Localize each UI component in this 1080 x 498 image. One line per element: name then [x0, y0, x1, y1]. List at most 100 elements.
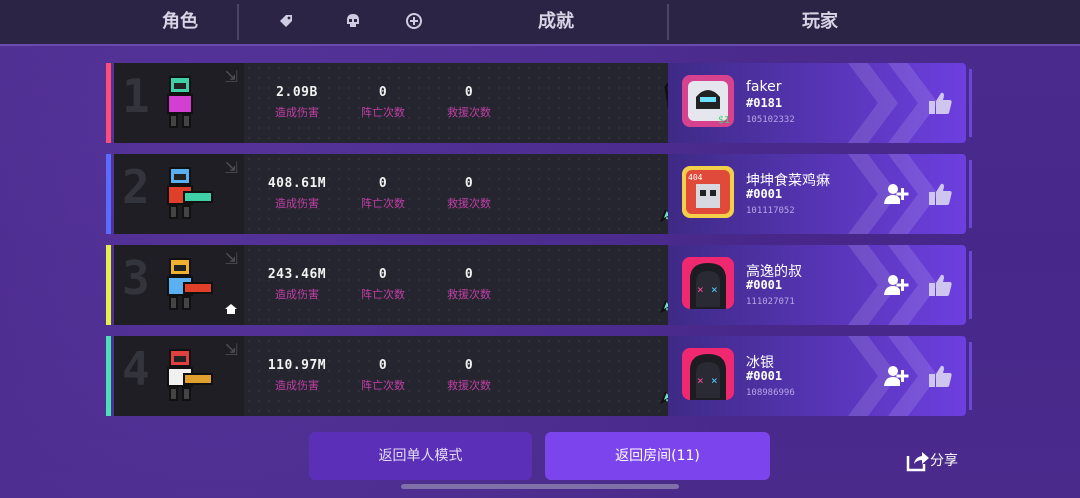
player-name: faker	[746, 79, 782, 95]
deaths-stat: 0 阵亡次数	[338, 176, 428, 211]
player-panel: × × 高逸的叔 #0001 111027071	[668, 245, 972, 325]
player-tag: #0001	[746, 187, 783, 201]
thumbs-up-icon[interactable]	[926, 89, 954, 117]
rescues-label: 救援次数	[447, 106, 491, 119]
svg-text:$1: $1	[718, 115, 730, 126]
tab-player[interactable]: 玩家	[802, 0, 838, 44]
svg-text:×: ×	[697, 374, 704, 387]
rescues-value: 0	[464, 85, 474, 100]
rescues-stat: 0 救援次数	[424, 85, 514, 120]
rank-accent-bar	[106, 245, 111, 325]
add-friend-icon[interactable]	[882, 271, 910, 299]
add-friend-icon[interactable]	[882, 362, 910, 390]
player-panel: × × 冰银 #0001 108986996	[668, 336, 972, 416]
player-result-row: 1 ⇲ 2.09B 造成伤害 0 阵亡次数 0 救援次数 $1 faker #0181 1051023…	[106, 63, 974, 143]
skull-icon[interactable]	[343, 12, 363, 32]
player-result-row: 2 ⇲ 408.61M 造成伤害 0 阵亡次数 0 救援次数 404 坤坤食菜鸡痳 #0001 101…	[106, 154, 974, 234]
return-room-button[interactable]: 返回房间(11)	[545, 432, 770, 480]
player-tag: #0001	[746, 278, 783, 292]
share-label: 分享	[930, 453, 958, 469]
player-result-row: 3 ⇲ 243.46M 造成伤害 0 阵亡次数 0 救援次数 × × 高逸的叔 #0001 111027…	[106, 245, 974, 325]
damage-stat: 110.97M 造成伤害	[252, 358, 342, 393]
rescues-stat: 0 救援次数	[424, 358, 514, 393]
player-id: 111027071	[746, 297, 795, 307]
character-panel[interactable]: 1 ⇲	[114, 63, 244, 143]
return-single-mode-button[interactable]: 返回单人模式	[309, 432, 532, 480]
deaths-stat: 0 阵亡次数	[338, 267, 428, 302]
rescues-value: 0	[464, 176, 474, 191]
rank-accent-bar	[106, 154, 111, 234]
player-avatar[interactable]: $1	[682, 75, 734, 127]
divider	[237, 4, 239, 40]
deaths-label: 阵亡次数	[361, 379, 405, 392]
stats-panel: 110.97M 造成伤害 0 阵亡次数 0 救援次数	[244, 336, 724, 416]
share-icon	[906, 450, 930, 472]
rescues-stat: 0 救援次数	[424, 267, 514, 302]
rank-number: 2	[122, 160, 150, 214]
character-sprite	[150, 253, 214, 317]
expand-arrow-icon[interactable]: ⇲	[225, 249, 238, 268]
deaths-value: 0	[378, 358, 388, 373]
player-avatar[interactable]: × ×	[682, 348, 734, 400]
damage-stat: 243.46M 造成伤害	[252, 267, 342, 302]
damage-label: 造成伤害	[275, 379, 319, 392]
player-avatar[interactable]: × ×	[682, 257, 734, 309]
divider	[667, 4, 669, 40]
rescues-label: 救援次数	[447, 197, 491, 210]
rank-accent-bar	[106, 336, 111, 416]
svg-text:×: ×	[711, 374, 718, 387]
top-tab-bar: 角色 成就 玩家	[0, 0, 1080, 46]
share-button[interactable]: 分享	[906, 448, 958, 474]
damage-value: 243.46M	[267, 267, 327, 282]
damage-value: 110.97M	[267, 358, 327, 373]
character-panel[interactable]: 3 ⇲	[114, 245, 244, 325]
tab-character[interactable]: 角色	[162, 0, 198, 44]
rank-number: 1	[122, 69, 150, 123]
damage-label: 造成伤害	[275, 197, 319, 210]
add-friend-icon[interactable]	[882, 180, 910, 208]
rescues-value: 0	[464, 267, 474, 282]
expand-arrow-icon[interactable]: ⇲	[225, 340, 238, 359]
rank-number: 4	[122, 342, 150, 396]
deaths-label: 阵亡次数	[361, 288, 405, 301]
deaths-value: 0	[378, 176, 388, 191]
player-id: 105102332	[746, 115, 795, 125]
character-sprite	[150, 344, 214, 408]
deaths-stat: 0 阵亡次数	[338, 358, 428, 393]
deaths-label: 阵亡次数	[361, 197, 405, 210]
damage-label: 造成伤害	[275, 288, 319, 301]
rescues-label: 救援次数	[447, 288, 491, 301]
player-avatar[interactable]: 404	[682, 166, 734, 218]
stats-panel: 408.61M 造成伤害 0 阵亡次数 0 救援次数	[244, 154, 724, 234]
player-tag: #0181	[746, 96, 783, 110]
rank-number: 3	[122, 251, 150, 305]
character-panel[interactable]: 4 ⇲	[114, 336, 244, 416]
rescues-label: 救援次数	[447, 379, 491, 392]
damage-stat: 2.09B 造成伤害	[252, 85, 342, 120]
player-result-row: 4 ⇲ 110.97M 造成伤害 0 阵亡次数 0 救援次数 × × 冰银 #0001 10898699…	[106, 336, 974, 416]
svg-text:×: ×	[711, 283, 718, 296]
deaths-value: 0	[378, 85, 388, 100]
deaths-value: 0	[378, 267, 388, 282]
host-home-icon	[224, 303, 238, 319]
character-sprite	[150, 71, 214, 135]
rank-accent-bar	[106, 63, 111, 143]
thumbs-up-icon[interactable]	[926, 180, 954, 208]
expand-arrow-icon[interactable]: ⇲	[225, 158, 238, 177]
damage-value: 408.61M	[267, 176, 327, 191]
tag-icon[interactable]	[276, 12, 296, 32]
plus-circle-icon[interactable]	[404, 12, 424, 32]
expand-arrow-icon[interactable]: ⇲	[225, 67, 238, 86]
character-panel[interactable]: 2 ⇲	[114, 154, 244, 234]
stats-panel: 2.09B 造成伤害 0 阵亡次数 0 救援次数	[244, 63, 804, 143]
stats-panel: 243.46M 造成伤害 0 阵亡次数 0 救援次数	[244, 245, 724, 325]
character-sprite	[150, 162, 214, 226]
chevron-decoration-icon	[848, 63, 938, 143]
thumbs-up-icon[interactable]	[926, 271, 954, 299]
thumbs-up-icon[interactable]	[926, 362, 954, 390]
deaths-stat: 0 阵亡次数	[338, 85, 428, 120]
tab-achievement[interactable]: 成就	[538, 0, 574, 44]
player-panel: 404 坤坤食菜鸡痳 #0001 101117052	[668, 154, 972, 234]
scrollbar[interactable]	[401, 484, 679, 489]
damage-label: 造成伤害	[275, 106, 319, 119]
